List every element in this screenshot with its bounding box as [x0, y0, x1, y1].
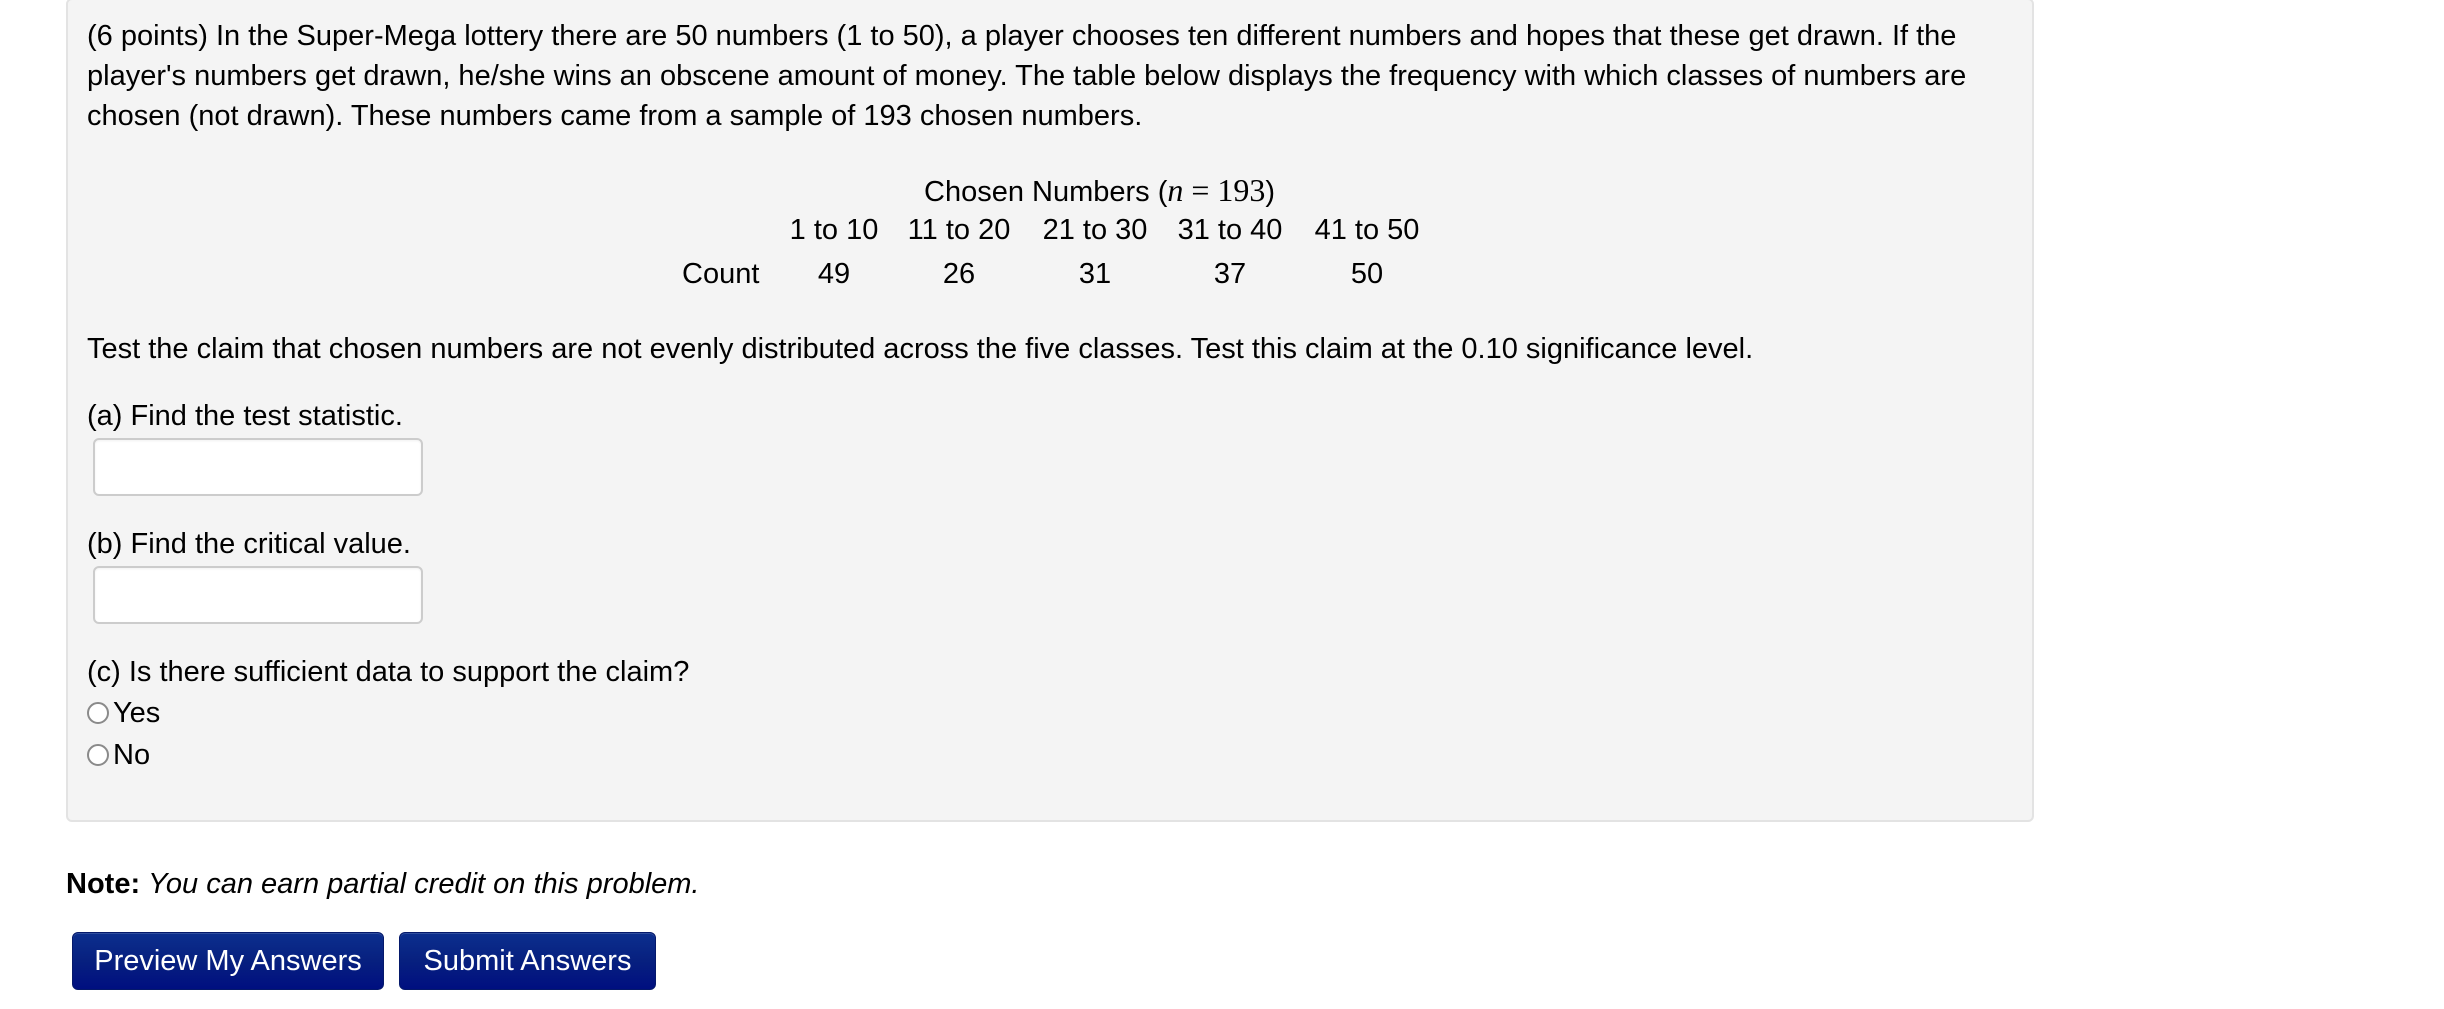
column-header: 1 to 10	[789, 214, 879, 246]
table-title-math: n = 193	[1167, 172, 1265, 208]
table-title: Chosen Numbers (n = 193)	[924, 170, 1275, 212]
radio-button-yes[interactable]	[87, 702, 109, 724]
partial-credit-note: Note: You can earn partial credit on thi…	[66, 864, 699, 904]
table-title-variable: n	[1167, 172, 1184, 208]
part-a-label: (a) Find the test statistic.	[87, 400, 403, 432]
problem-panel: (6 points) In the Super-Mega lottery the…	[66, 0, 2034, 822]
count-cell: 37	[1213, 258, 1247, 290]
column-header: 31 to 40	[1177, 214, 1283, 246]
note-label: Note:	[66, 868, 141, 900]
column-header: 11 to 20	[907, 214, 1011, 246]
critical-value-input[interactable]	[93, 566, 423, 624]
column-header: 21 to 30	[1042, 214, 1148, 246]
table-title-suffix: )	[1265, 176, 1276, 208]
radio-option-no[interactable]: No	[87, 735, 150, 775]
preview-answers-button[interactable]: Preview My Answers	[72, 932, 384, 990]
problem-intro: (6 points) In the Super-Mega lottery the…	[87, 20, 1967, 132]
part-c-label: (c) Is there sufficient data to support …	[87, 656, 690, 688]
table-title-prefix: Chosen Numbers (	[924, 176, 1168, 208]
part-b-label: (b) Find the critical value.	[87, 528, 411, 560]
radio-option-yes[interactable]: Yes	[87, 693, 160, 733]
count-cell: 26	[942, 258, 976, 290]
submit-answers-button[interactable]: Submit Answers	[399, 932, 656, 990]
radio-label-no[interactable]: No	[113, 735, 150, 775]
radio-label-yes[interactable]: Yes	[113, 693, 160, 733]
count-cell: 31	[1078, 258, 1112, 290]
row-label-count: Count	[682, 258, 760, 290]
count-cell: 49	[817, 258, 851, 290]
note-text: You can earn partial credit on this prob…	[148, 868, 700, 900]
claim-text: Test the claim that chosen numbers are n…	[87, 333, 1754, 365]
test-statistic-input[interactable]	[93, 438, 423, 496]
column-header: 41 to 50	[1314, 214, 1420, 246]
count-cell: 50	[1350, 258, 1384, 290]
table-title-equation: = 193	[1183, 172, 1266, 208]
radio-button-no[interactable]	[87, 744, 109, 766]
